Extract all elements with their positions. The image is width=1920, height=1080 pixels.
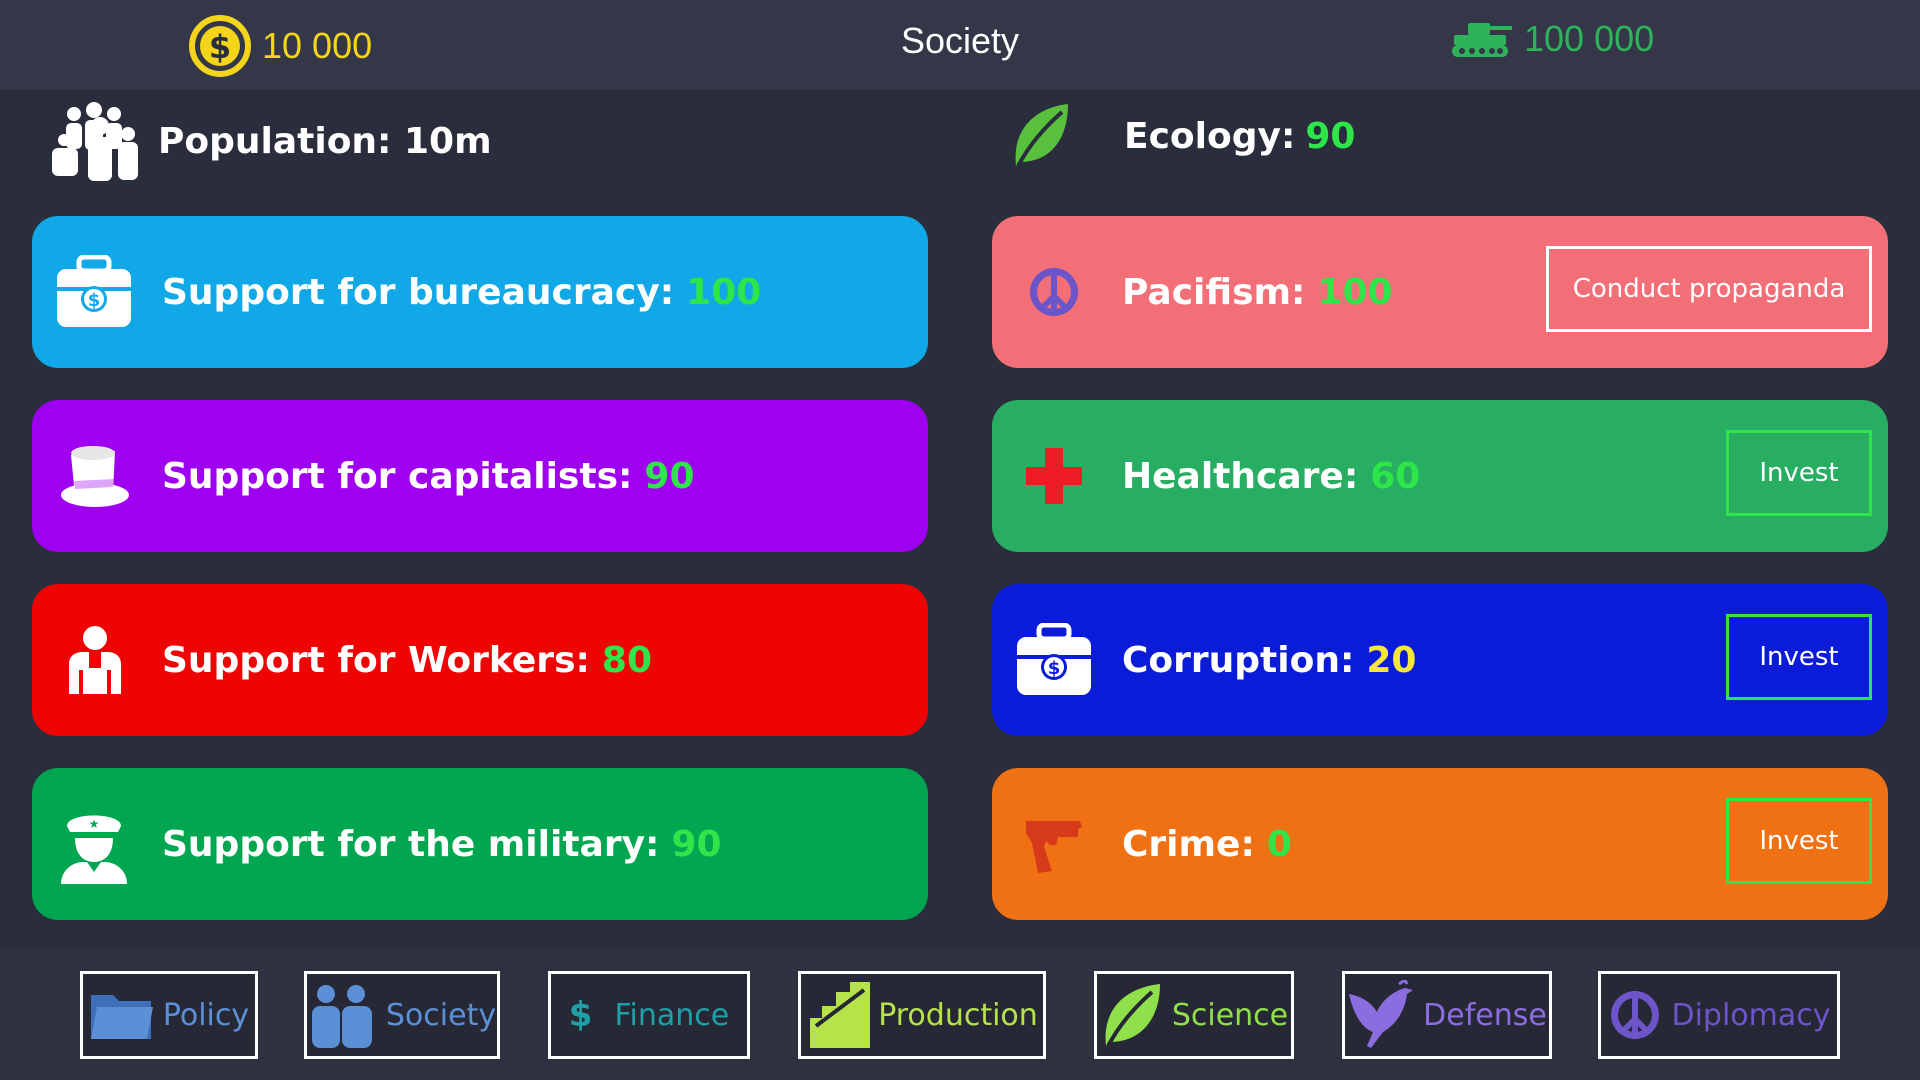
crime-invest-button[interactable]: Invest <box>1726 798 1872 884</box>
dollar-icon: $ <box>568 995 593 1035</box>
top-bar: $ 10 000 Society 100 000 <box>0 0 1920 90</box>
gun-icon <box>1014 804 1094 884</box>
peace-icon <box>1014 252 1094 332</box>
healthcare-card: Healthcare: 60 Invest <box>992 400 1888 552</box>
tab-policy-label: Policy <box>162 997 250 1033</box>
conduct-propaganda-button[interactable]: Conduct propaganda <box>1546 246 1872 332</box>
officer-icon: ★ <box>54 804 134 884</box>
tab-production[interactable]: Production <box>798 971 1046 1059</box>
bureaucracy-label: Support for bureaucracy: <box>162 271 675 313</box>
tab-defense[interactable]: Defense <box>1342 971 1552 1059</box>
healthcare-label: Healthcare: <box>1122 455 1359 497</box>
healthcare-value: 60 <box>1370 455 1421 497</box>
population-icon <box>52 102 138 181</box>
tab-diplomacy[interactable]: Diplomacy <box>1598 971 1840 1059</box>
pacifism-value: 100 <box>1317 271 1393 313</box>
pacifism-label: Pacifism: <box>1122 271 1306 313</box>
dove-icon <box>1349 980 1414 1048</box>
healthcare-invest-button[interactable]: Invest <box>1726 430 1872 516</box>
crime-card: Crime: 0 Invest <box>992 768 1888 920</box>
tab-finance[interactable]: $ Finance <box>548 971 750 1059</box>
briefcase-icon: $ <box>1014 620 1094 700</box>
leaf-icon <box>1015 104 1068 167</box>
army-display: 100 000 <box>1450 18 1654 60</box>
workers-card: Support for Workers: 80 <box>32 584 928 736</box>
folder-icon <box>90 995 153 1039</box>
svg-text:$: $ <box>88 290 101 311</box>
tab-society[interactable]: Society <box>304 971 500 1059</box>
corruption-label: Corruption: <box>1122 639 1355 681</box>
medical-cross-icon <box>1014 436 1094 516</box>
military-label: Support for the military: <box>162 823 660 865</box>
tab-diplomacy-label: Diplomacy <box>1671 997 1831 1033</box>
corruption-card: $ Corruption: 20 Invest <box>992 584 1888 736</box>
tab-defense-label: Defense <box>1423 997 1547 1033</box>
tank-icon <box>1452 23 1512 57</box>
pacifism-card: Pacifism: 100 Conduct propaganda <box>992 216 1888 368</box>
tab-finance-label: Finance <box>614 997 730 1033</box>
workers-label: Support for Workers: <box>162 639 590 681</box>
military-card: ★ Support for the military: 90 <box>32 768 928 920</box>
peace-icon <box>1611 991 1660 1039</box>
tab-science-label: Science <box>1171 997 1289 1033</box>
army-value: 100 000 <box>1524 18 1655 59</box>
bureaucracy-value: 100 <box>686 271 762 313</box>
population-stat: Population: 10m <box>48 100 492 182</box>
military-value: 90 <box>671 823 722 865</box>
top-hat-icon <box>54 436 134 516</box>
svg-text:$: $ <box>1048 658 1061 679</box>
capitalists-label: Support for capitalists: <box>162 455 633 497</box>
ecology-label: Ecology: <box>1124 115 1296 157</box>
svg-text:★: ★ <box>89 817 100 831</box>
people-icon <box>311 985 372 1048</box>
tab-science[interactable]: Science <box>1094 971 1294 1059</box>
corruption-invest-button[interactable]: Invest <box>1726 614 1872 700</box>
tab-production-label: Production <box>878 997 1038 1033</box>
crime-label: Crime: <box>1122 823 1255 865</box>
tab-society-label: Society <box>385 997 497 1033</box>
tab-policy[interactable]: Policy <box>80 971 258 1059</box>
ecology-stat: Ecology: 90 <box>1010 100 1355 172</box>
capitalists-value: 90 <box>644 455 695 497</box>
ecology-value: 90 <box>1305 115 1356 157</box>
bureaucracy-card: $ Support for bureaucracy: 100 <box>32 216 928 368</box>
worker-icon <box>54 620 134 700</box>
corruption-value: 20 <box>1366 639 1417 681</box>
population-label: Population: 10m <box>158 120 492 162</box>
crime-value: 0 <box>1266 823 1292 865</box>
briefcase-icon: $ <box>54 252 134 332</box>
workers-value: 80 <box>601 639 652 681</box>
leaf-icon <box>1105 984 1160 1047</box>
capitalists-card: Support for capitalists: 90 <box>32 400 928 552</box>
production-icon <box>810 982 871 1048</box>
